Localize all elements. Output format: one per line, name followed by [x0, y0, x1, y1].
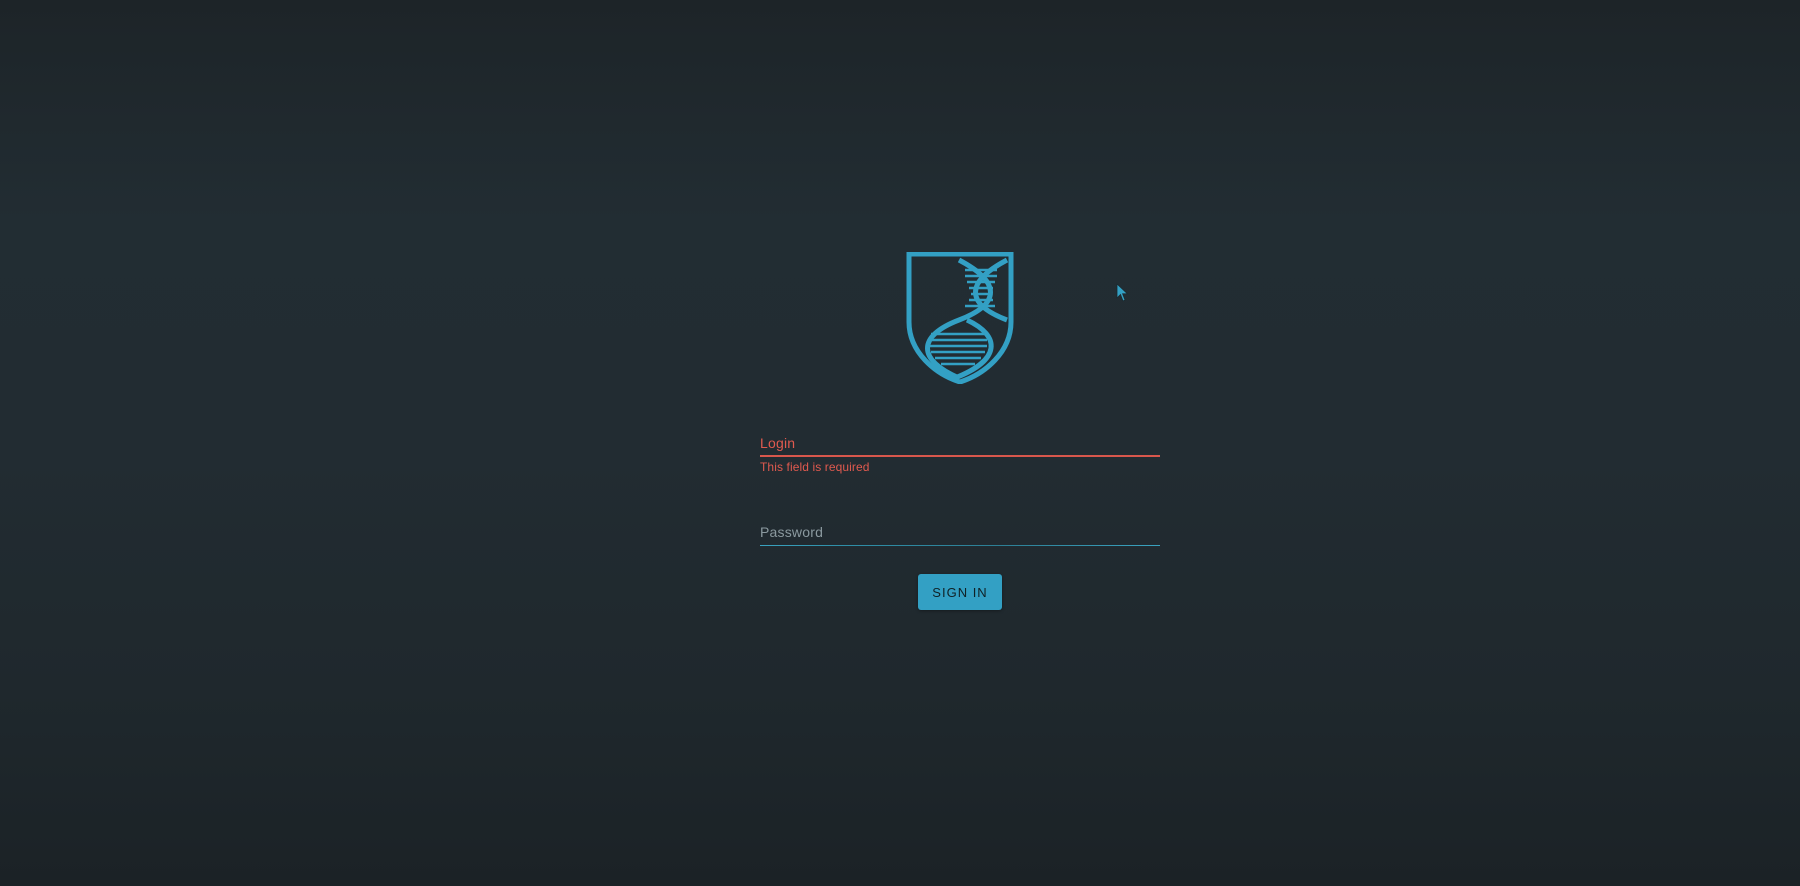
dna-shield-icon — [905, 252, 1015, 384]
login-underline — [760, 455, 1160, 457]
pointer-arrow-icon — [1116, 283, 1130, 303]
password-field[interactable]: Password — [760, 516, 1160, 546]
login-error-message: This field is required — [760, 460, 870, 474]
password-input[interactable] — [760, 516, 1160, 544]
password-underline — [760, 545, 1160, 546]
login-input[interactable] — [760, 427, 1160, 455]
sign-in-button[interactable]: SIGN IN — [918, 574, 1002, 610]
login-field[interactable]: Login — [760, 427, 1160, 457]
